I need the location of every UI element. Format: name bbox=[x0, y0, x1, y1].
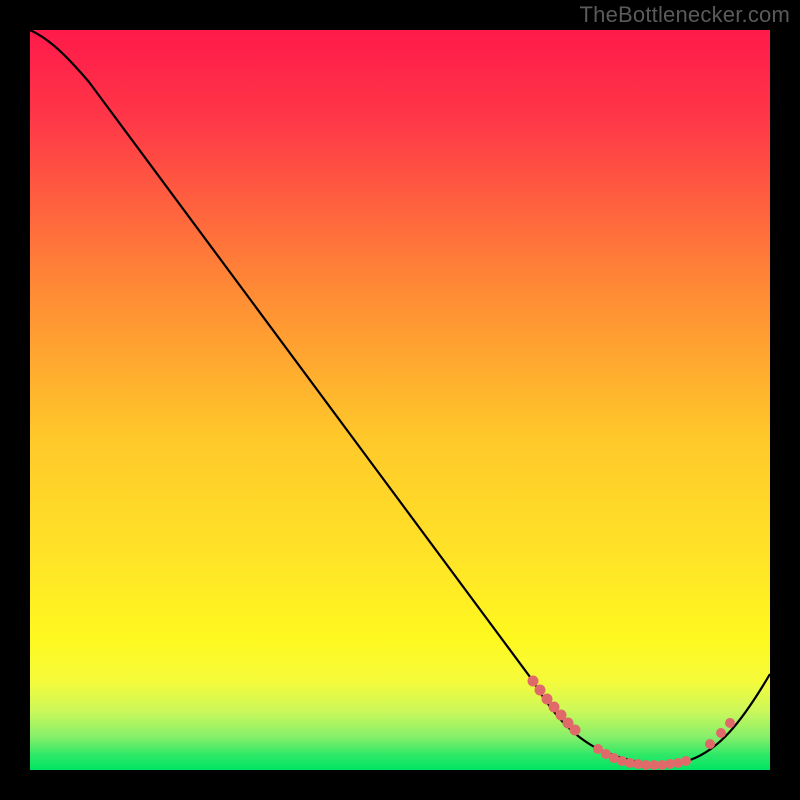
chart-svg bbox=[30, 30, 770, 770]
gradient-background bbox=[30, 30, 770, 770]
plot-area bbox=[30, 30, 770, 770]
chart-container: TheBottlenecker.com bbox=[0, 0, 800, 800]
watermark-text: TheBottlenecker.com bbox=[580, 2, 790, 28]
